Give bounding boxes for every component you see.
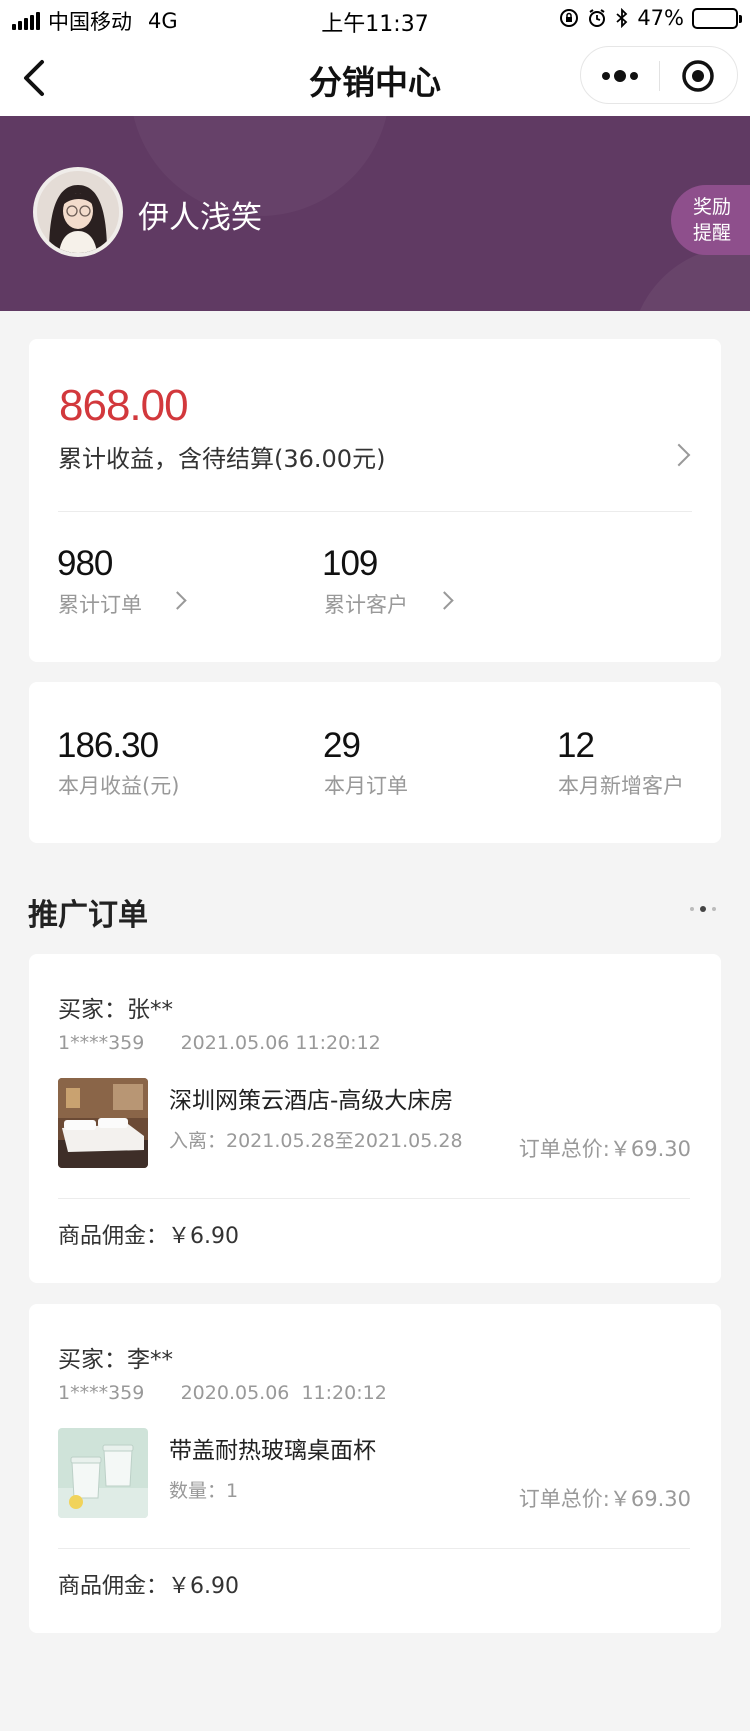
order-card[interactable]: 买家：张** 1****359 2021.05.06 11:20:12 深圳网策… bbox=[29, 954, 721, 1283]
product-quantity: 数量：1 bbox=[169, 1480, 239, 1502]
earnings-description[interactable]: 累计收益，含待结算(36.00元) bbox=[58, 439, 385, 474]
order-meta: 1****359 2021.05.06 11:20:12 bbox=[58, 1032, 381, 1054]
monthly-new-customers-label: 本月新增客户 bbox=[558, 774, 684, 798]
order-total: 订单总价:￥69.30 bbox=[518, 1137, 691, 1161]
divider bbox=[58, 1198, 690, 1199]
more-button[interactable] bbox=[581, 47, 660, 105]
alarm-icon bbox=[589, 9, 606, 27]
monthly-income-value: 186.30 bbox=[57, 726, 159, 765]
more-dots-icon bbox=[602, 70, 638, 82]
section-title: 推广订单 bbox=[28, 898, 148, 933]
buyer-name: 买家：张** bbox=[58, 997, 173, 1023]
total-earnings: 868.00 bbox=[59, 381, 189, 430]
product-title: 带盖耐热玻璃桌面杯 bbox=[169, 1438, 376, 1464]
product-stay-dates: 入离：2021.05.28至2021.05.28 bbox=[169, 1130, 463, 1152]
bluetooth-icon bbox=[616, 8, 628, 28]
product-thumbnail bbox=[58, 1428, 148, 1518]
close-mini-program-button[interactable] bbox=[661, 47, 739, 105]
commission: 商品佣金：￥6.90 bbox=[58, 1224, 239, 1249]
monthly-new-customers-value: 12 bbox=[557, 726, 595, 765]
username: 伊人浅笑 bbox=[138, 200, 262, 236]
hotel-room-image bbox=[58, 1078, 148, 1168]
nav-bar: 分销中心 bbox=[0, 40, 750, 116]
avatar-image bbox=[37, 171, 119, 253]
profile-banner: 伊人浅笑 奖励 提醒 bbox=[0, 116, 750, 311]
rotation-lock-icon bbox=[560, 9, 579, 27]
order-card[interactable]: 买家：李** 1****359 2020.05.06 11:20:12 带盖耐热… bbox=[29, 1304, 721, 1633]
total-orders-label[interactable]: 累计订单 bbox=[58, 589, 142, 619]
total-customers-value: 109 bbox=[322, 544, 378, 583]
monthly-stats-card: 186.30 本月收益(元) 29 本月订单 12 本月新增客户 bbox=[29, 682, 721, 843]
battery-percent: 47% bbox=[637, 6, 684, 30]
status-bar: 中国移动 4G 上午11:37 47% bbox=[0, 0, 750, 40]
reward-reminder-button[interactable]: 奖励 提醒 bbox=[671, 185, 750, 255]
total-customers-label[interactable]: 累计客户 bbox=[324, 589, 408, 619]
pager-dots-icon bbox=[690, 906, 716, 912]
monthly-orders-label: 本月订单 bbox=[324, 774, 408, 798]
avatar[interactable] bbox=[33, 167, 123, 257]
order-meta: 1****359 2020.05.06 11:20:12 bbox=[58, 1382, 387, 1404]
total-orders-value: 980 bbox=[57, 544, 113, 583]
buyer-name: 买家：李** bbox=[58, 1347, 173, 1373]
divider bbox=[58, 511, 692, 512]
banner-decoration bbox=[630, 246, 750, 311]
monthly-income-label: 本月收益(元) bbox=[58, 774, 180, 798]
mini-program-capsule bbox=[580, 46, 738, 104]
capsule-divider bbox=[659, 61, 660, 91]
product-title: 深圳网策云酒店-高级大床房 bbox=[169, 1088, 454, 1114]
chevron-right-icon[interactable] bbox=[435, 591, 454, 610]
monthly-orders-value: 29 bbox=[323, 726, 361, 765]
product-thumbnail bbox=[58, 1078, 148, 1168]
glass-cup-image bbox=[58, 1428, 148, 1518]
chevron-right-icon[interactable] bbox=[667, 443, 691, 467]
divider bbox=[58, 1548, 690, 1549]
target-circle-icon bbox=[682, 60, 714, 92]
reward-label-line1: 奖励 bbox=[693, 196, 732, 218]
commission: 商品佣金：￥6.90 bbox=[58, 1574, 239, 1599]
order-total: 订单总价:￥69.30 bbox=[518, 1487, 691, 1511]
reward-label-line2: 提醒 bbox=[693, 222, 732, 244]
earnings-card: 868.00 累计收益，含待结算(36.00元) 980 累计订单 109 累计… bbox=[29, 339, 721, 662]
chevron-right-icon[interactable] bbox=[168, 591, 187, 610]
status-right: 47% bbox=[559, 6, 742, 30]
battery-icon bbox=[692, 7, 742, 29]
